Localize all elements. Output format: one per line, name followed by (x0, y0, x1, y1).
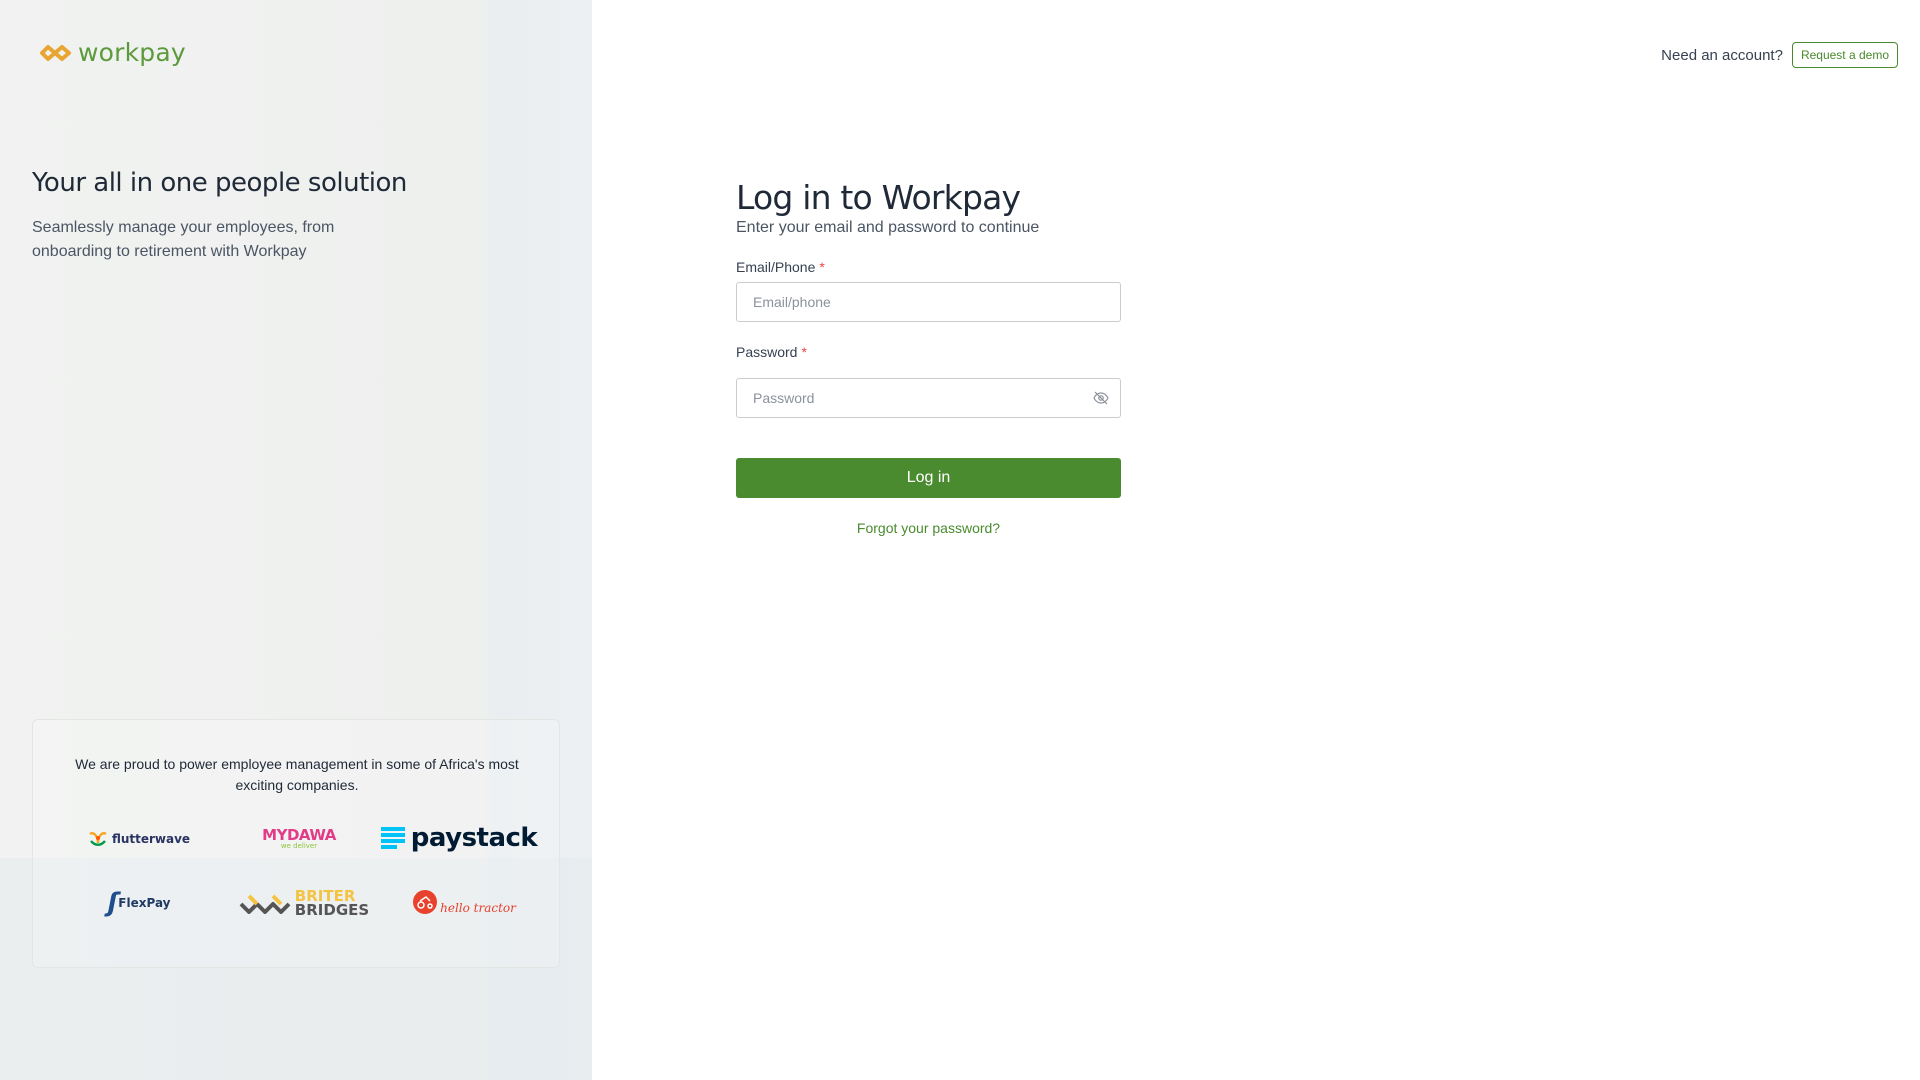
required-mark: * (819, 259, 825, 275)
clients-logo-grid: flutterwave MYDAWA we deliver paystack ʃ (59, 823, 539, 944)
email-field[interactable] (736, 282, 1121, 322)
form-title: Log in to Workpay (736, 178, 1021, 217)
paystack-logo: paystack (379, 818, 539, 858)
logo-text: workpay (78, 38, 186, 67)
form-subtitle: Enter your email and password to continu… (736, 219, 1040, 236)
hello-tractor-logo: hello tractor (389, 882, 539, 922)
password-label: Password * (736, 344, 1121, 360)
workpay-logo: workpay (39, 38, 186, 67)
clients-card: We are proud to power employee managemen… (32, 719, 560, 968)
flexpay-name: FlexPay (118, 896, 171, 910)
login-form: Log in to Workpay Enter your email and p… (736, 178, 1121, 536)
briter-bridges-logo: BRITER BRIDGES (219, 884, 389, 922)
login-button[interactable]: Log in (736, 458, 1121, 498)
password-field[interactable] (736, 378, 1121, 418)
email-label-text: Email/Phone (736, 259, 816, 275)
flutterwave-logo: flutterwave (59, 824, 219, 854)
forgot-password-link[interactable]: Forgot your password? (736, 520, 1121, 536)
need-account-text: Need an account? (1661, 46, 1783, 64)
flutterwave-mark-icon (89, 832, 107, 846)
mydawa-tagline: we deliver (280, 842, 318, 850)
clients-text: We are proud to power employee managemen… (75, 756, 519, 793)
paystack-name: paystack (410, 823, 538, 853)
email-field-group: Email/Phone * (736, 259, 1121, 322)
flexpay-s-icon: ʃ (107, 888, 119, 918)
mydawa-logo: MYDAWA we deliver (219, 818, 379, 858)
hero-title: Your all in one people solution (32, 168, 407, 198)
password-label-text: Password (736, 344, 798, 360)
hello-tractor-mark-icon (413, 890, 438, 914)
briter-bridges-mark-icon (239, 894, 291, 914)
required-mark: * (801, 344, 807, 360)
flutterwave-name: flutterwave (111, 832, 191, 846)
hero-subtitle: Seamlessly manage your employees, from o… (32, 219, 335, 260)
hello-tractor-name: hello tractor (440, 901, 516, 915)
paystack-mark-icon (380, 827, 405, 849)
bridges-name: BRIDGES (294, 901, 370, 919)
workpay-infinity-icon (40, 44, 71, 61)
request-demo-button[interactable]: Request a demo (1791, 42, 1898, 68)
flexpay-logo: ʃ FlexPay (59, 886, 219, 920)
email-label: Email/Phone * (736, 259, 1121, 275)
left-panel: workpay Your all in one people solution … (0, 0, 592, 1080)
password-wrapper (736, 378, 1121, 418)
account-prompt: Need an account? Request a demo (1661, 42, 1898, 68)
password-field-group: Password * (736, 344, 1121, 418)
eye-off-icon[interactable] (1093, 391, 1109, 405)
